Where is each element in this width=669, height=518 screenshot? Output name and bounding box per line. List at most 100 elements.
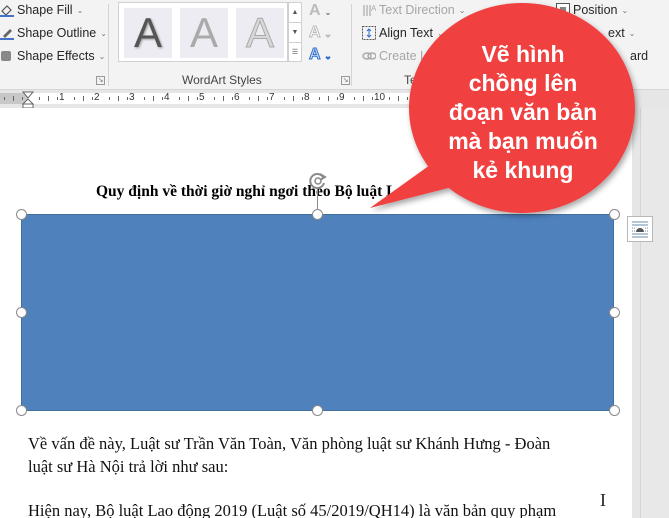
text-direction-button[interactable]: A Text Direction ⌄ bbox=[362, 3, 465, 17]
ruler-tick bbox=[362, 96, 364, 101]
ruler-tick bbox=[231, 97, 233, 100]
callout-line: mà bạn muốn bbox=[448, 128, 598, 154]
resize-handle-bottom[interactable] bbox=[312, 405, 323, 416]
rotate-icon bbox=[309, 173, 327, 190]
ruler-tick bbox=[354, 97, 355, 100]
rotate-handle[interactable] bbox=[307, 170, 329, 197]
resize-handle-bottom-right[interactable] bbox=[609, 405, 620, 416]
shape-fill-button[interactable]: Shape Fill ⌄ bbox=[0, 3, 83, 17]
wordart-gallery-scroll: ▲ ▼ ☰ bbox=[288, 2, 302, 62]
create-link-button[interactable]: Create Li bbox=[362, 49, 430, 63]
text-outline-icon: A bbox=[309, 24, 322, 42]
ruler-tick bbox=[117, 96, 119, 101]
resize-handle-right[interactable] bbox=[609, 307, 620, 318]
shape-outline-button[interactable]: Shape Outline ⌄ bbox=[0, 26, 107, 40]
ruler-number: 9 bbox=[339, 92, 345, 103]
resize-handle-left[interactable] bbox=[16, 307, 27, 318]
gallery-more[interactable]: ☰ bbox=[289, 43, 301, 63]
ruler-tick bbox=[91, 97, 93, 100]
paragraph-line-1: Về vấn đề này, Luật sư Trần Văn Toàn, Vă… bbox=[28, 434, 551, 453]
position-button[interactable]: Position ⌄ bbox=[556, 3, 628, 17]
text-effects-icon: A bbox=[309, 46, 322, 64]
wordart-styles-launcher[interactable]: ↘ bbox=[341, 76, 350, 85]
ruler-tick bbox=[371, 97, 373, 100]
ruler-tick bbox=[12, 96, 14, 101]
wordart-style-3[interactable]: A bbox=[236, 8, 284, 58]
position-icon bbox=[556, 3, 570, 17]
ruler-number: 2 bbox=[94, 92, 100, 103]
layout-options-icon bbox=[632, 221, 648, 238]
ruler-tick bbox=[284, 97, 285, 100]
resize-handle-top[interactable] bbox=[312, 209, 323, 220]
ruler-tick bbox=[196, 97, 198, 100]
pen-outline-icon bbox=[0, 26, 14, 40]
vertical-scrollbar[interactable] bbox=[640, 108, 669, 518]
text-cursor-icon: I bbox=[600, 490, 606, 510]
ruler-tick bbox=[144, 97, 145, 100]
ruler-number: 4 bbox=[164, 92, 170, 103]
ruler-tick bbox=[406, 97, 408, 100]
ruler-tick bbox=[327, 96, 329, 101]
ruler-tick bbox=[301, 97, 303, 100]
ruler-tick bbox=[424, 97, 425, 100]
ruler-tick bbox=[336, 97, 338, 100]
ruler-tick bbox=[214, 97, 215, 100]
group-separator bbox=[351, 4, 352, 86]
ruler-number: 7 bbox=[269, 92, 275, 103]
wrap-text-button[interactable]: ext ⌄ bbox=[608, 26, 635, 40]
shape-styles-launcher[interactable]: ↘ bbox=[96, 76, 105, 85]
text-direction-icon: A bbox=[362, 3, 377, 17]
layout-options-button[interactable] bbox=[627, 216, 653, 242]
resize-handle-top-right[interactable] bbox=[609, 209, 620, 220]
ruler-tick bbox=[179, 97, 180, 100]
wordart-style-2[interactable]: A bbox=[180, 8, 228, 58]
gallery-scroll-up[interactable]: ▲ bbox=[289, 3, 301, 23]
ruler-number: 1 bbox=[409, 92, 415, 103]
ruler-number: 6 bbox=[234, 92, 240, 103]
ruler-tick bbox=[161, 97, 163, 100]
wordart-style-1[interactable]: A bbox=[124, 8, 172, 58]
text-group-label: Te bbox=[404, 73, 417, 87]
ruler-tick bbox=[319, 97, 320, 100]
ruler-tick bbox=[109, 97, 110, 100]
ruler-tick bbox=[4, 97, 5, 100]
ruler-tick bbox=[187, 96, 189, 101]
ruler-tick bbox=[389, 97, 390, 100]
ruler-tick bbox=[257, 96, 259, 101]
ruler-tick bbox=[39, 97, 40, 100]
text-fill-button[interactable]: A ⌄ bbox=[309, 2, 331, 20]
paragraph-line-3: Hiện nay, Bộ luật Lao động 2019 (Luật số… bbox=[28, 501, 557, 518]
align-text-button[interactable]: Align Text ⌄ bbox=[362, 26, 444, 40]
wordart-styles-label: WordArt Styles bbox=[182, 73, 262, 87]
document-heading: Quy định về thời giờ nghỉ ngơi theo Bộ l… bbox=[96, 183, 413, 200]
text-outline-button[interactable]: A ⌄ bbox=[309, 24, 332, 42]
text-effects-button[interactable]: A ⌄ bbox=[309, 46, 332, 64]
callout-line: kẻ khung bbox=[472, 157, 574, 183]
wordart-gallery: A A A bbox=[118, 2, 288, 62]
resize-handle-bottom-left[interactable] bbox=[16, 405, 27, 416]
link-icon bbox=[362, 49, 377, 63]
ruler-tick bbox=[82, 96, 84, 101]
rectangle-shape[interactable] bbox=[21, 214, 614, 411]
ruler-tick bbox=[222, 96, 224, 101]
ruler-number: 8 bbox=[304, 92, 310, 103]
gallery-scroll-down[interactable]: ▼ bbox=[289, 23, 301, 43]
paint-bucket-icon bbox=[0, 3, 14, 17]
ruler-number: 5 bbox=[199, 92, 205, 103]
ruler-tick bbox=[292, 96, 294, 101]
callout-line: Vẽ hình bbox=[481, 41, 565, 67]
bring-forward-button[interactable]: ard bbox=[630, 49, 648, 63]
ruler-number: 3 bbox=[129, 92, 135, 103]
ruler-tick bbox=[74, 97, 75, 100]
paragraph-line-2: luật sư Hà Nội trả lời như sau: bbox=[28, 457, 229, 476]
resize-handle-top-left[interactable] bbox=[16, 209, 27, 220]
callout-text: Vẽ hình chồng lên đoạn văn bản mà bạn mu… bbox=[428, 40, 618, 185]
ruler-tick bbox=[397, 96, 399, 101]
group-separator bbox=[108, 4, 109, 86]
shape-effects-icon bbox=[0, 49, 14, 63]
ruler-number: 1 bbox=[59, 92, 65, 103]
shape-effects-button[interactable]: Shape Effects ⌄ bbox=[0, 49, 105, 63]
ruler-number: 10 bbox=[374, 92, 386, 103]
ruler-tick bbox=[152, 96, 154, 101]
ruler-tick bbox=[56, 97, 58, 100]
